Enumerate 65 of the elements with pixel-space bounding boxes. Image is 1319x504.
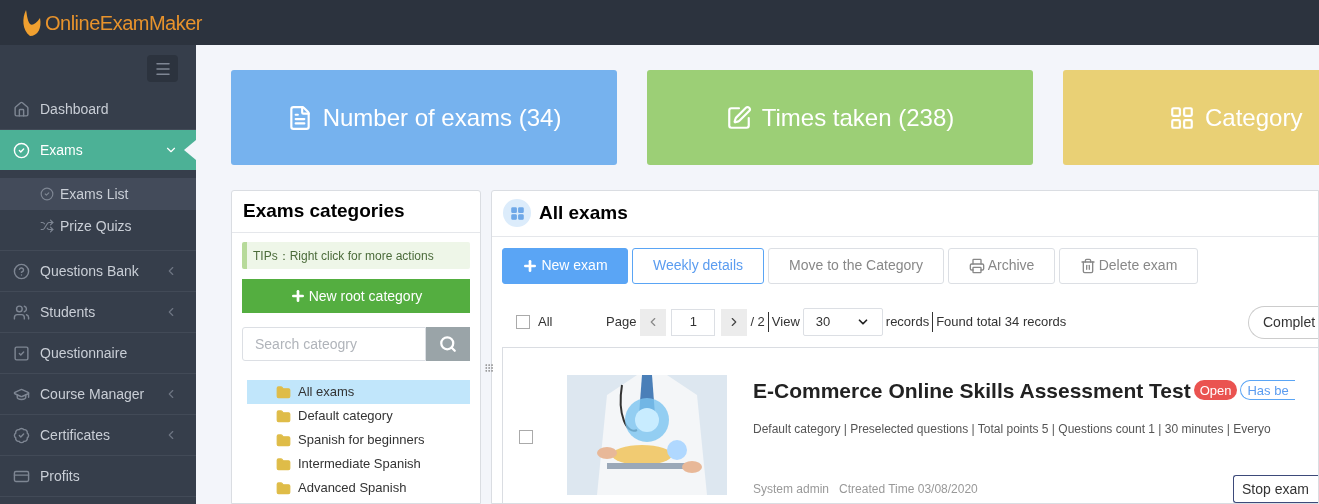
folder-icon xyxy=(276,408,291,424)
sidebar-item[interactable]: Questions Bank xyxy=(0,251,196,291)
badge-icon xyxy=(13,426,30,444)
sidebar-item[interactable]: Questionnaire xyxy=(0,333,196,373)
printer-icon xyxy=(968,257,985,274)
question-icon xyxy=(13,262,30,280)
sidebar-item[interactable]: Students xyxy=(0,292,196,332)
pointer-notch xyxy=(184,140,196,160)
splitter-handle-icon xyxy=(484,363,494,373)
records-count: Found total 34 records xyxy=(936,313,1067,332)
shuffle-icon xyxy=(40,219,54,233)
stop-exam-button[interactable]: Stop exam xyxy=(1233,475,1318,503)
sidebar-item[interactable]: Certificates xyxy=(0,415,196,455)
folder-icon xyxy=(276,432,291,448)
panel-title: Exams categories xyxy=(243,199,405,224)
previous-page-button[interactable] xyxy=(640,308,667,336)
check-circle-icon xyxy=(13,141,30,159)
folder-icon xyxy=(276,480,291,496)
category-item[interactable]: Advanced Spanish xyxy=(247,476,470,500)
folder-icon xyxy=(276,456,291,472)
plus-icon xyxy=(522,257,539,274)
sidebar-item[interactable]: Dashboard xyxy=(0,89,196,129)
next-page-button[interactable] xyxy=(721,308,748,336)
sidebar-item[interactable]: Course Manager xyxy=(0,374,196,414)
panel-title: All exams xyxy=(539,201,628,226)
search-icon xyxy=(439,335,457,353)
view-label: View xyxy=(771,313,800,332)
user-icon xyxy=(13,303,30,321)
submenu-item[interactable]: Exams List xyxy=(0,178,196,210)
plus-icon xyxy=(289,288,306,304)
checkbox-label: All xyxy=(538,313,553,332)
toolbar-button[interactable]: Delete exam xyxy=(1059,247,1198,284)
category-item[interactable]: Spanish for beginners xyxy=(247,428,470,452)
page-field[interactable]: 1 xyxy=(671,308,716,336)
menu-button[interactable] xyxy=(147,55,178,82)
folder-icon xyxy=(276,384,291,400)
checkbox-icon xyxy=(13,344,30,362)
category-item[interactable]: All exams xyxy=(247,380,470,404)
toolbar-button[interactable]: Move to the Category xyxy=(768,247,944,284)
search-field[interactable]: Search cateogry xyxy=(242,327,426,361)
exam-meta: Default category | Preselected questions | Total points 5 | Questions count 1 | 30 minutes | Everyo xyxy=(753,421,1272,438)
grid-icon xyxy=(503,199,531,228)
edit-icon xyxy=(725,104,752,131)
records-label: records xyxy=(885,312,934,332)
exam-title[interactable]: E-Commerce Online Skills Assessment Test xyxy=(753,374,1191,406)
toolbar-button[interactable]: Archive xyxy=(948,247,1055,284)
category-item[interactable]: Intermediate Spanish xyxy=(247,452,470,476)
checkbox[interactable] xyxy=(519,429,533,444)
created-time: Ctreated Time 03/08/2020 xyxy=(839,481,978,498)
exam-author: System admin xyxy=(753,481,830,498)
status-tag: Open xyxy=(1193,380,1238,401)
logo-text: OnlineExamMaker xyxy=(45,10,202,36)
checkbox[interactable] xyxy=(516,315,530,330)
grid-icon xyxy=(1169,104,1195,131)
check-circle-icon xyxy=(40,187,54,201)
page-label: Page xyxy=(606,313,637,332)
search-button[interactable] xyxy=(426,327,470,361)
sidebar-item[interactable]: Profits xyxy=(0,456,196,496)
view-select[interactable]: 30 xyxy=(802,308,883,337)
trash-icon xyxy=(1079,257,1096,274)
house-icon xyxy=(13,100,30,118)
page-total: / 2 xyxy=(750,312,769,332)
submenu-item[interactable]: Prize Quizs xyxy=(0,210,196,242)
tip-banner: TIPs：Right click for more actions xyxy=(242,242,470,269)
category-item[interactable]: Default category xyxy=(247,404,470,428)
